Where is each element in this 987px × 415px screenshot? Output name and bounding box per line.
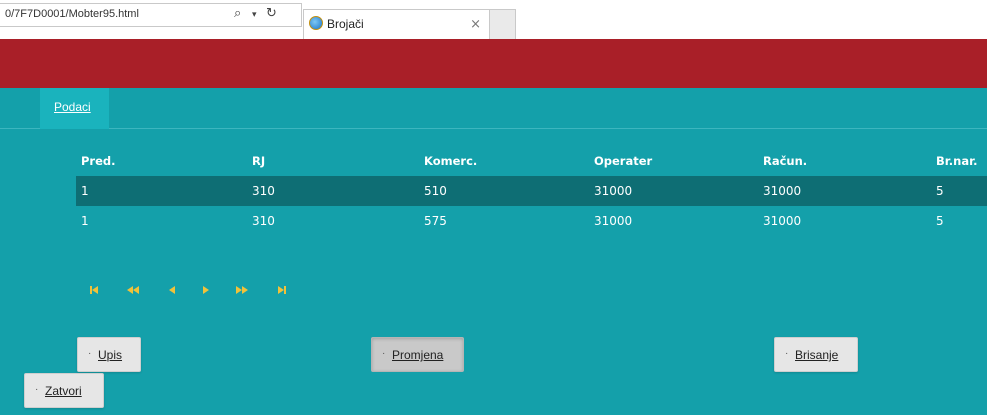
last-page-icon[interactable] [276,284,288,296]
cell-brnar: 5 [936,214,944,228]
column-header-operater[interactable]: Operater [594,154,652,168]
cell-rj: 310 [252,214,275,228]
table-row[interactable]: 1 310 575 31000 31000 5 [76,206,987,236]
promjena-button-label[interactable]: Promjena [392,348,443,362]
tab-strip: Podaci [0,88,987,129]
column-header-komerc[interactable]: Komerc. [424,154,477,168]
prev-page-icon[interactable] [166,284,178,296]
button-dot: · [382,348,386,359]
column-header-brnar[interactable]: Br.nar. [936,154,978,168]
brisanje-button-label[interactable]: Brisanje [795,348,838,362]
cell-komerc: 575 [424,214,447,228]
tab-podaci-label[interactable]: Podaci [54,100,91,114]
cell-racun: 31000 [763,214,802,228]
first-page-icon[interactable] [88,284,100,296]
search-icon[interactable]: ⌕ [234,6,241,21]
promjena-button[interactable]: · Promjena [371,337,464,372]
zatvori-button[interactable]: · Zatvori [24,373,104,408]
button-dot: · [785,348,789,359]
tab-podaci[interactable]: Podaci [40,88,109,129]
cell-komerc: 510 [424,184,447,198]
upis-button[interactable]: · Upis [77,337,141,372]
browser-tab[interactable]: Brojači × [303,9,490,39]
prev-block-icon[interactable] [126,284,140,296]
tab-title: Brojači [327,17,364,31]
button-dot: · [88,348,92,359]
cell-pred: 1 [81,214,89,228]
cell-brnar: 5 [936,184,944,198]
upis-button-label[interactable]: Upis [98,348,122,362]
address-text[interactable]: 0/7F7D0001/Mobter95.html [5,8,139,20]
browser-chrome: 0/7F7D0001/Mobter95.html ⌕ ▾ ↻ Brojači × [0,0,987,39]
refresh-icon[interactable]: ↻ [266,6,277,21]
header-bar [0,39,987,88]
column-header-racun[interactable]: Račun. [763,154,807,168]
grid-header: Pred. RJ Komerc. Operater Račun. Br.nar. [76,148,987,176]
address-bar[interactable]: 0/7F7D0001/Mobter95.html ⌕ ▾ ↻ [0,3,302,27]
main-panel: Podaci Pred. RJ Komerc. Operater Račun. … [0,88,987,415]
dropdown-arrow-icon[interactable]: ▾ [252,10,257,20]
column-header-rj[interactable]: RJ [252,154,265,168]
next-block-icon[interactable] [235,284,249,296]
ie-favicon-icon [309,16,323,30]
data-grid: Pred. RJ Komerc. Operater Račun. Br.nar.… [76,148,987,236]
next-page-icon[interactable] [200,284,212,296]
table-row[interactable]: 1 310 510 31000 31000 5 [76,176,987,206]
close-icon[interactable]: × [470,17,481,32]
cell-pred: 1 [81,184,89,198]
cell-racun: 31000 [763,184,802,198]
brisanje-button[interactable]: · Brisanje [774,337,858,372]
cell-operater: 31000 [594,184,633,198]
cell-rj: 310 [252,184,275,198]
zatvori-button-label[interactable]: Zatvori [45,384,82,398]
button-dot: · [35,384,39,395]
new-tab-button[interactable] [490,9,516,39]
cell-operater: 31000 [594,214,633,228]
column-header-pred[interactable]: Pred. [81,154,116,168]
